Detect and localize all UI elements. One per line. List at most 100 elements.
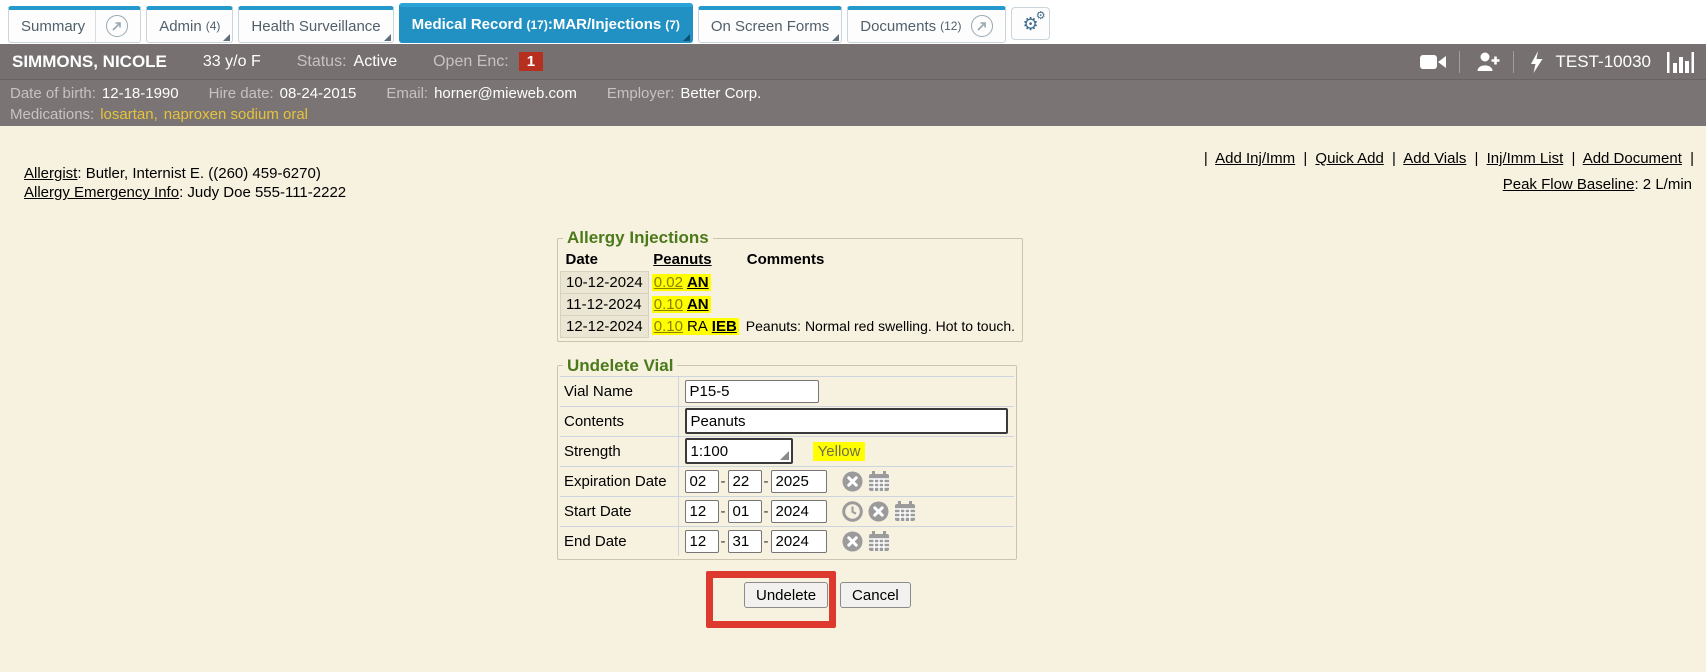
- tab-divider: [95, 10, 96, 42]
- popout-icon[interactable]: [106, 15, 128, 37]
- email-value: horner@mieweb.com: [434, 85, 577, 102]
- dose-link[interactable]: 0.10: [654, 296, 683, 313]
- medication-link[interactable]: losartan: [100, 106, 153, 123]
- tab-admin[interactable]: Admin (4): [146, 6, 233, 43]
- tab-medical-record[interactable]: Medical Record (17) :MAR/Injections (7): [399, 3, 693, 43]
- medications-label: Medications:: [10, 106, 94, 123]
- allergy-injections-legend: Allergy Injections: [563, 228, 713, 248]
- hire-date-value: 08-24-2015: [280, 85, 357, 102]
- status-value: Active: [354, 53, 398, 71]
- contents-input[interactable]: [685, 408, 1009, 434]
- cancel-button[interactable]: Cancel: [840, 582, 911, 608]
- allergist-link[interactable]: Allergist: [24, 165, 77, 182]
- start-day-input[interactable]: [728, 500, 762, 523]
- clear-date-icon[interactable]: [868, 501, 889, 522]
- strength-input[interactable]: [685, 438, 793, 464]
- video-camera-icon[interactable]: [1420, 53, 1446, 71]
- calendar-icon[interactable]: [868, 531, 890, 552]
- reaction-code-link[interactable]: AN: [687, 296, 709, 313]
- injection-comment: [742, 271, 1019, 293]
- undelete-vial-fieldset: Undelete Vial Vial Name Contents Strengt…: [557, 356, 1017, 561]
- peak-flow-baseline-link[interactable]: Peak Flow Baseline: [1503, 176, 1635, 193]
- action-links: | Add Inj/Imm | Quick Add | Add Vials | …: [1200, 150, 1698, 167]
- patient-details-bar: Date of birth: 12-18-1990 Hire date: 08-…: [0, 79, 1706, 126]
- start-year-input[interactable]: [771, 500, 827, 523]
- dose-highlight: 0.02AN: [652, 274, 711, 291]
- tab-on-screen-forms[interactable]: On Screen Forms: [698, 6, 842, 43]
- tab-health-surveillance[interactable]: Health Surveillance: [238, 6, 393, 43]
- tab-admin-label: Admin: [159, 18, 202, 35]
- allergy-emergency-info-link[interactable]: Allergy Emergency Info: [24, 184, 179, 201]
- add-vials-link[interactable]: Add Vials: [1403, 150, 1466, 167]
- reaction-code: RA: [687, 318, 708, 335]
- form-buttons: Undelete Cancel: [744, 582, 1706, 608]
- divider: [1459, 51, 1460, 73]
- inj-imm-list-link[interactable]: Inj/Imm List: [1487, 150, 1564, 167]
- tab-on-screen-forms-label: On Screen Forms: [711, 18, 829, 35]
- popout-icon[interactable]: [971, 15, 993, 37]
- dob-label: Date of birth:: [10, 85, 96, 102]
- tab-medical-record-subcount: (7): [665, 18, 680, 32]
- undelete-button[interactable]: Undelete: [744, 582, 828, 608]
- header-actions: TEST-10030: [1417, 51, 1694, 73]
- tab-documents[interactable]: Documents (12): [847, 6, 1006, 43]
- open-encounters-badge[interactable]: 1: [519, 52, 543, 71]
- tab-documents-count: (12): [940, 19, 961, 33]
- expiration-day-input[interactable]: [728, 470, 762, 493]
- end-year-input[interactable]: [771, 530, 827, 553]
- end-day-input[interactable]: [728, 530, 762, 553]
- patient-header-bar: SIMMONS, NICOLE 33 y/o F Status: Active …: [0, 44, 1706, 79]
- allergy-emergency-info-value: : Judy Doe 555-111-2222: [179, 184, 346, 201]
- allergy-contact-info: Allergist: Butler, Internist E. ((260) 4…: [24, 164, 346, 202]
- tab-medical-record-sublabel: :MAR/Injections: [548, 16, 661, 33]
- expiration-month-input[interactable]: [685, 470, 719, 493]
- reaction-code-link[interactable]: AN: [687, 274, 709, 291]
- injection-date: 11-12-2024: [561, 293, 649, 315]
- injection-comment: [742, 293, 1019, 315]
- tab-summary[interactable]: Summary: [8, 6, 141, 43]
- email-label: Email:: [386, 85, 428, 102]
- quick-add-link[interactable]: Quick Add: [1315, 150, 1383, 167]
- bar-chart-icon[interactable]: [1667, 51, 1694, 73]
- dose-link[interactable]: 0.02: [654, 274, 683, 291]
- table-header-row: Date Peanuts Comments: [561, 248, 1020, 271]
- content-area: Allergist: Butler, Internist E. ((260) 4…: [0, 126, 1706, 672]
- injection-comment: Peanuts: Normal red swelling. Hot to tou…: [742, 315, 1019, 337]
- dose-link[interactable]: 0.10: [654, 318, 683, 335]
- medication-link[interactable]: naproxen sodium oral: [164, 106, 308, 123]
- form-row: Start Date --: [560, 496, 1014, 526]
- clear-date-icon[interactable]: [842, 531, 863, 552]
- lightning-icon[interactable]: [1530, 51, 1543, 73]
- clock-icon[interactable]: [842, 501, 863, 522]
- tab-admin-count: (4): [206, 19, 221, 33]
- clear-date-icon[interactable]: [842, 471, 863, 492]
- tab-bar: Summary Admin (4) Health Surveillance Me…: [0, 0, 1706, 44]
- allergy-injections-table: Date Peanuts Comments 10-12-2024 0.02AN …: [560, 248, 1020, 338]
- expiration-date-label: Expiration Date: [560, 466, 678, 496]
- vial-name-input[interactable]: [685, 380, 819, 403]
- form-row: Contents: [560, 406, 1014, 436]
- add-inj-imm-link[interactable]: Add Inj/Imm: [1215, 150, 1295, 167]
- calendar-icon[interactable]: [894, 501, 916, 522]
- hire-date-label: Hire date:: [209, 85, 274, 102]
- add-document-link[interactable]: Add Document: [1583, 150, 1682, 167]
- add-user-icon[interactable]: [1476, 51, 1500, 72]
- tab-summary-label: Summary: [21, 18, 85, 35]
- calendar-icon[interactable]: [868, 471, 890, 492]
- patient-id: TEST-10030: [1556, 52, 1651, 72]
- end-month-input[interactable]: [685, 530, 719, 553]
- divider: [1513, 51, 1514, 73]
- dose-highlight: 0.10RAIEB: [652, 318, 739, 335]
- employer-label: Employer:: [607, 85, 675, 102]
- start-month-input[interactable]: [685, 500, 719, 523]
- reaction-code-link[interactable]: IEB: [712, 318, 737, 335]
- column-header-peanuts-link[interactable]: Peanuts: [653, 251, 711, 268]
- peak-flow-baseline-value: : 2 L/min: [1634, 176, 1692, 193]
- strength-label: Strength: [560, 436, 678, 466]
- patient-age-sex: 33 y/o F: [203, 53, 261, 71]
- patient-name: SIMMONS, NICOLE: [12, 52, 167, 72]
- expiration-year-input[interactable]: [771, 470, 827, 493]
- allergist-value: : Butler, Internist E. ((260) 459-6270): [77, 165, 320, 182]
- settings-tab[interactable]: ⚙⚙: [1011, 7, 1049, 40]
- form-row: Expiration Date --: [560, 466, 1014, 496]
